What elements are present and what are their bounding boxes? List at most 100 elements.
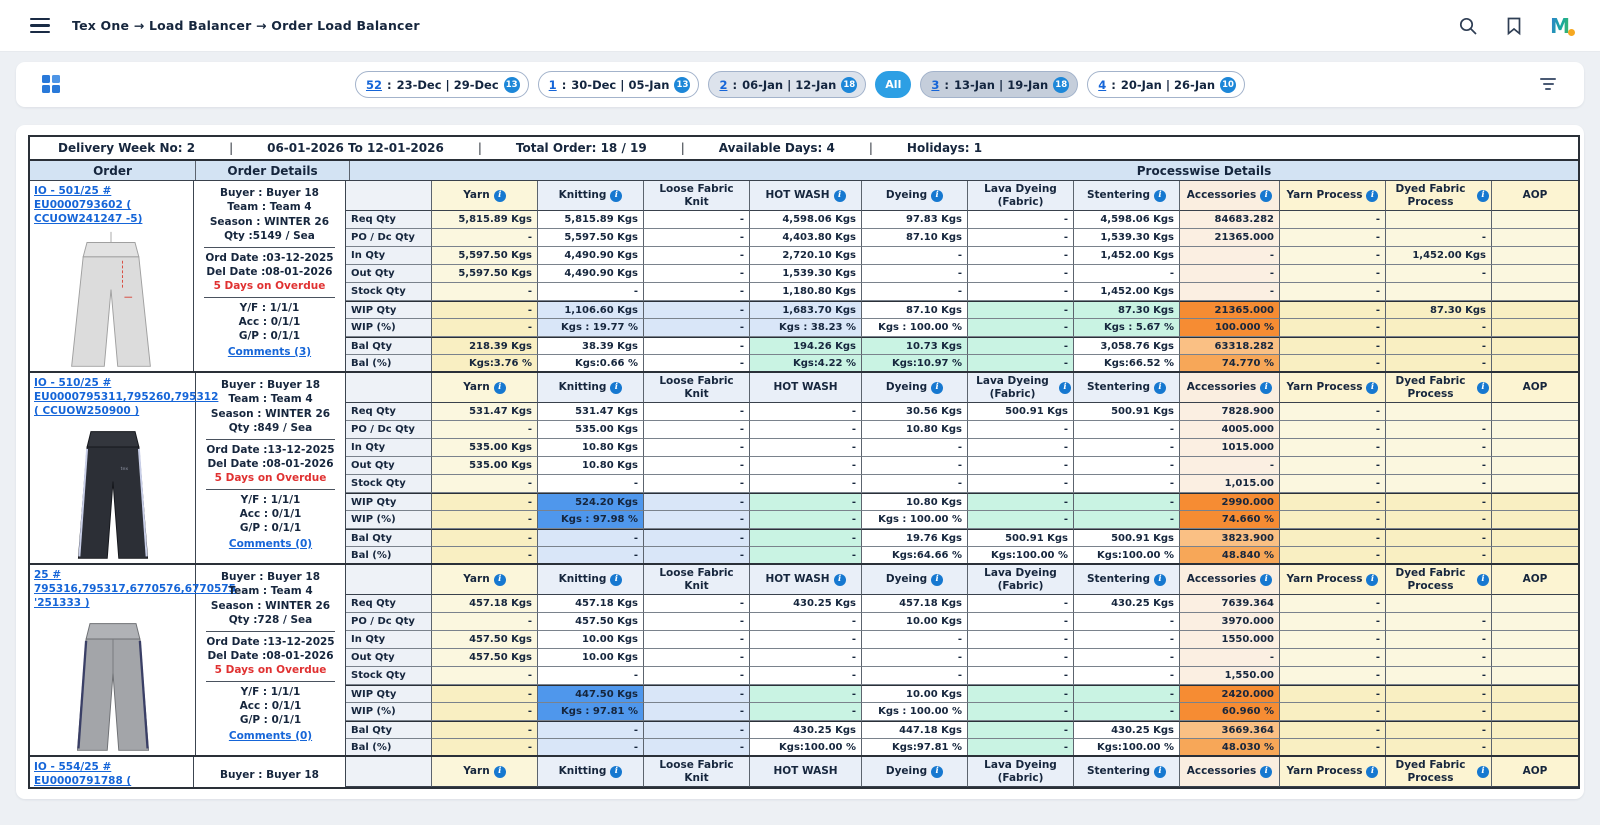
order-details-cell: Buyer : Buyer 18Team : Team 4Season : WI…: [196, 373, 346, 563]
order-link[interactable]: IO - 510/25 # EU0000795311,795260,795312…: [34, 376, 191, 419]
info-icon[interactable]: i: [1366, 190, 1378, 202]
week-number-link[interactable]: 3: [931, 78, 939, 92]
week-number-link[interactable]: 4: [1098, 78, 1106, 92]
data-cell: -: [1386, 337, 1492, 355]
week-filter-chip[interactable]: 52:23-Dec | 29-Dec13: [355, 71, 529, 98]
row-label: Stock Qty: [346, 667, 432, 685]
process-column-header: Lava Dyeing (Fabric): [968, 757, 1074, 787]
data-cell: -: [968, 703, 1074, 721]
week-filter-chip[interactable]: 2:06-Jan | 12-Jan18: [708, 71, 866, 98]
week-filter-chip[interactable]: 1:30-Dec | 05-Jan13: [538, 71, 700, 98]
info-icon[interactable]: i: [1260, 382, 1272, 394]
data-cell: 447.50 Kgs: [538, 685, 644, 703]
info-icon[interactable]: i: [1059, 382, 1071, 394]
order-link[interactable]: IO - 554/25 # EU0000791788 (: [34, 760, 189, 788]
process-table: YarniKnittingiLoose Fabric KnitHOT WASHD…: [346, 373, 1578, 563]
data-cell: 535.00 Kgs: [538, 421, 644, 439]
info-icon[interactable]: i: [1477, 766, 1489, 778]
process-column-label: Loose Fabric Knit: [646, 759, 747, 783]
process-column-header: Yarni: [432, 565, 538, 595]
detail-date-line: Ord Date :13-12-2025: [200, 443, 341, 457]
info-icon[interactable]: i: [931, 382, 943, 394]
order-row-partial: IO - 554/25 # EU0000791788 ( Buyer : Buye…: [30, 757, 1578, 789]
data-cell: 87.10 Kgs: [862, 301, 968, 319]
info-icon[interactable]: i: [1366, 766, 1378, 778]
info-icon[interactable]: i: [834, 190, 846, 202]
all-weeks-chip[interactable]: All: [875, 71, 911, 98]
data-cell: -: [1280, 493, 1386, 511]
info-icon[interactable]: i: [1260, 190, 1272, 202]
info-icon[interactable]: i: [1260, 574, 1272, 586]
app-logo[interactable]: M: [1550, 14, 1570, 38]
info-icon[interactable]: i: [1477, 190, 1489, 202]
data-cell: 48.030 %: [1180, 739, 1280, 757]
process-column-header: HOT WASH: [750, 757, 862, 787]
data-cell: -: [968, 475, 1074, 493]
week-filter-chip[interactable]: 4:20-Jan | 26-Jan10: [1087, 71, 1245, 98]
data-cell: -: [862, 247, 968, 265]
chip-date-range: 13-Jan | 19-Jan: [954, 78, 1048, 92]
detail-ratio-line: G/P : 0/1/1: [198, 329, 341, 343]
week-number-link[interactable]: 1: [549, 78, 557, 92]
process-corner-cell: [346, 565, 432, 595]
info-icon[interactable]: i: [1366, 382, 1378, 394]
process-column-label: Yarn Process: [1287, 765, 1363, 777]
info-icon[interactable]: i: [494, 766, 506, 778]
filter-icon[interactable]: [1540, 78, 1556, 90]
info-icon[interactable]: i: [610, 190, 622, 202]
info-icon[interactable]: i: [1477, 382, 1489, 394]
data-cell: Kgs:100.00 %: [750, 739, 862, 757]
info-icon[interactable]: i: [494, 190, 506, 202]
process-column-label: Yarn: [463, 189, 489, 201]
info-icon[interactable]: i: [931, 190, 943, 202]
info-icon[interactable]: i: [1154, 766, 1166, 778]
detail-line: Team : Team 4: [198, 200, 341, 214]
data-cell: -: [968, 685, 1074, 703]
info-icon[interactable]: i: [834, 574, 846, 586]
info-icon[interactable]: i: [1154, 574, 1166, 586]
comments-link[interactable]: Comments (3): [228, 345, 311, 359]
order-cell: IO - 554/25 # EU0000791788 (: [30, 757, 194, 789]
data-cell: Kgs : 97.98 %: [538, 511, 644, 529]
data-cell: -: [644, 283, 750, 301]
data-cell: -: [968, 229, 1074, 247]
info-icon[interactable]: i: [610, 574, 622, 586]
row-label: Req Qty: [346, 403, 432, 421]
process-column-header: Dyeingi: [862, 373, 968, 403]
data-cell: -: [968, 457, 1074, 475]
bookmark-icon[interactable]: [1504, 16, 1524, 36]
info-icon[interactable]: i: [1366, 574, 1378, 586]
data-cell: 74.770 %: [1180, 355, 1280, 373]
info-icon[interactable]: i: [494, 382, 506, 394]
week-number-link[interactable]: 52: [366, 78, 382, 92]
data-cell: -: [538, 529, 644, 547]
order-link[interactable]: 25 # 795316,795317,6770576,6770575 '2513…: [34, 568, 191, 611]
comments-link[interactable]: Comments (0): [229, 729, 312, 743]
search-icon[interactable]: [1458, 16, 1478, 36]
detail-line: Buyer : Buyer 18: [198, 768, 341, 782]
hamburger-menu-icon[interactable]: [30, 18, 50, 34]
process-column-label: Dyeing: [886, 765, 927, 777]
info-icon[interactable]: i: [610, 382, 622, 394]
comments-link[interactable]: Comments (0): [229, 537, 312, 551]
data-cell: Kgs:100.00 %: [968, 547, 1074, 565]
data-cell: 7639.364: [1180, 595, 1280, 613]
week-number-link[interactable]: 2: [719, 78, 727, 92]
info-icon[interactable]: i: [1477, 574, 1489, 586]
order-link[interactable]: IO - 501/25 # EU0000793602 ( CCUOW241247…: [34, 184, 189, 227]
info-icon[interactable]: i: [1154, 382, 1166, 394]
process-column-header: Yarni: [432, 373, 538, 403]
overdue-label: 5 Days on Overdue: [200, 471, 341, 485]
info-icon[interactable]: i: [1154, 190, 1166, 202]
data-cell: -: [1280, 439, 1386, 457]
info-icon[interactable]: i: [931, 766, 943, 778]
summary-divider: |: [229, 141, 233, 155]
info-icon[interactable]: i: [1260, 766, 1272, 778]
dashboard-grid-icon[interactable]: [42, 75, 60, 93]
info-icon[interactable]: i: [494, 574, 506, 586]
info-icon[interactable]: i: [931, 574, 943, 586]
info-icon[interactable]: i: [610, 766, 622, 778]
week-filter-chip[interactable]: 3:13-Jan | 19-Jan18: [920, 71, 1078, 98]
data-cell: -: [1280, 703, 1386, 721]
data-cell: 7828.900: [1180, 403, 1280, 421]
